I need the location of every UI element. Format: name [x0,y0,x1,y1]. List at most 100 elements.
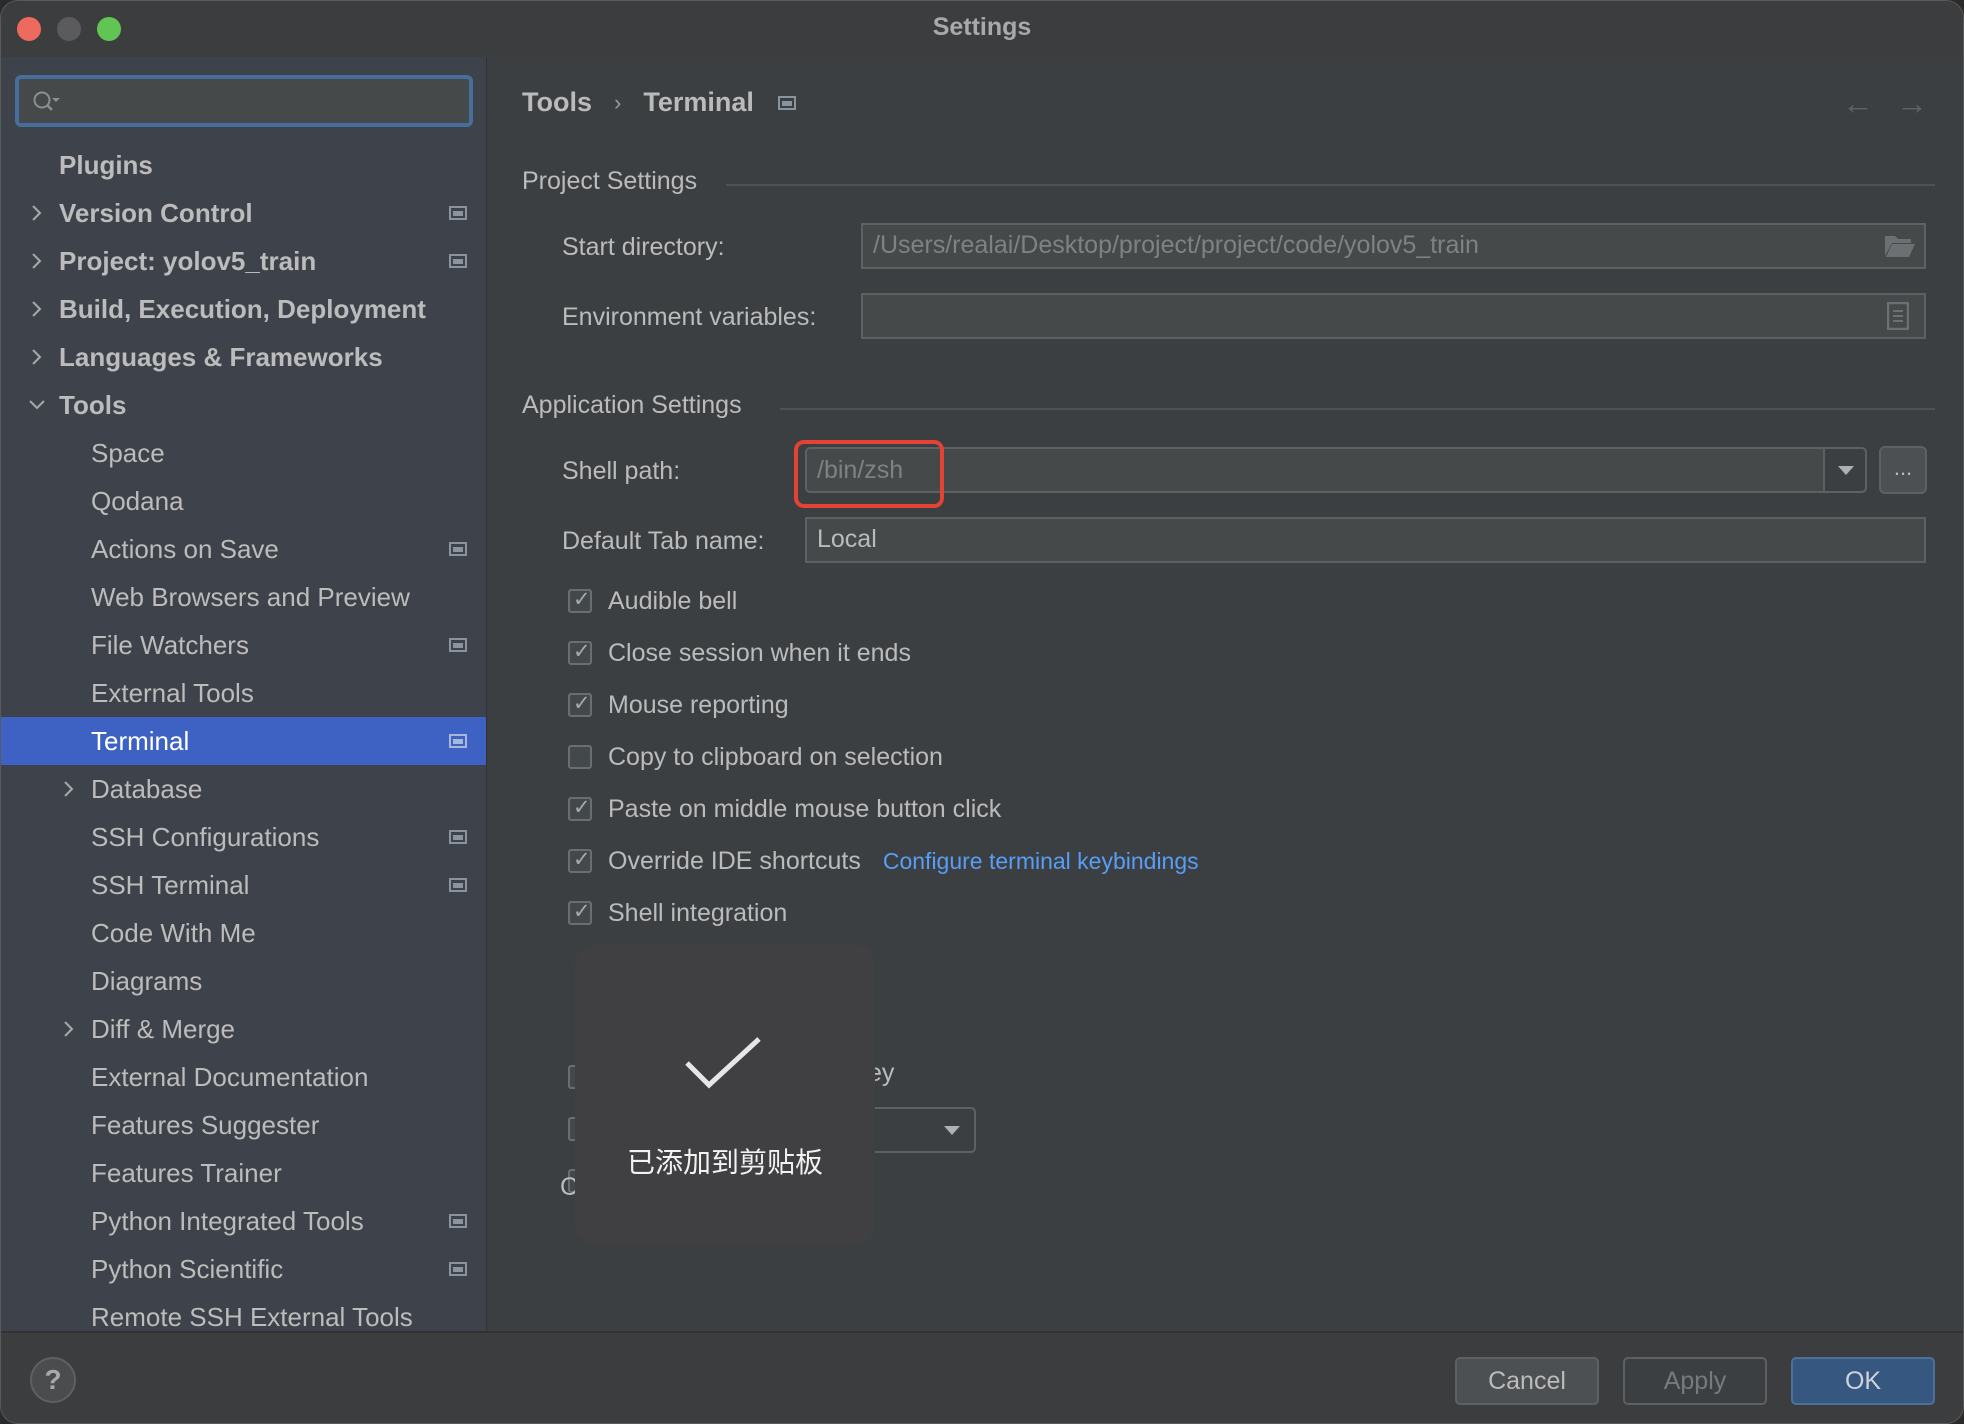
sidebar-item[interactable]: Features Suggester [1,1101,486,1149]
sidebar-item[interactable]: External Documentation [1,1053,486,1101]
settings-search-input[interactable] [79,85,459,117]
folder-open-icon[interactable] [1884,234,1916,258]
sidebar-item-label: Actions on Save [91,533,279,564]
checkbox-option[interactable]: Mouse reporting [568,687,789,723]
sidebar-item-label: Database [91,773,203,804]
sidebar-item-label: Remote SSH External Tools [91,1301,413,1332]
terminal-settings-panel: Tools › Terminal ← → Project Settings St… [488,57,1963,1331]
checkbox-option[interactable]: Paste on middle mouse button click [568,791,1001,827]
checkbox-checked[interactable] [568,691,592,717]
sidebar-item[interactable]: SSH Configurations [1,813,486,861]
sidebar-item[interactable]: External Tools [1,669,486,717]
edit-list-icon[interactable] [1887,302,1909,330]
start-directory-value: /Users/realai/Desktop/project/project/co… [873,231,1479,259]
settings-sidebar: Plugins Version Control Project: yolov5_tr… [1,57,487,1331]
sidebar-item[interactable]: File Watchers [1,621,486,669]
shell-path-label: Shell path: [562,457,681,485]
default-tab-name-field[interactable]: Local [805,517,1926,563]
breadcrumb-parent[interactable]: Tools [522,87,592,118]
chevron-right-icon[interactable] [27,203,47,223]
sidebar-item[interactable]: Qodana [1,477,486,525]
project-level-icon [449,254,467,268]
checkbox-option[interactable]: Audible bell [568,583,737,619]
configure-keybindings-link[interactable]: Configure terminal keybindings [883,848,1199,875]
toast-message: 已添加到剪贴板 [626,1146,823,1179]
environment-variables-field[interactable] [861,293,1926,339]
sidebar-item-label: Space [91,437,165,468]
default-tab-name-label: Default Tab name: [562,527,765,555]
sidebar-item-label: Features Trainer [91,1157,282,1188]
sidebar-item[interactable]: Remote SSH External Tools [1,1293,486,1332]
sidebar-item[interactable]: Tools [1,381,486,429]
sidebar-item-label: Diff & Merge [91,1013,236,1044]
checkbox-label: Audible bell [608,586,738,615]
sidebar-item[interactable]: Actions on Save [1,525,486,573]
ok-button[interactable]: OK [1791,1357,1935,1405]
checkmark-icon [685,1037,761,1089]
apply-button[interactable]: Apply [1623,1357,1767,1405]
sidebar-item-label: Languages & Frameworks [59,341,383,372]
sidebar-item[interactable]: Database [1,765,486,813]
chevron-right-icon[interactable] [27,299,47,319]
sidebar-item[interactable]: Features Trainer [1,1149,486,1197]
checkbox-checked[interactable] [568,795,592,821]
checkbox-label: Paste on middle mouse button click [608,794,1002,823]
sidebar-item[interactable]: Languages & Frameworks [1,333,486,381]
sidebar-item[interactable]: Web Browsers and Preview [1,573,486,621]
sidebar-item-label: Qodana [91,485,184,516]
sidebar-item-label: Terminal [91,725,190,756]
back-arrow-icon[interactable]: ← [1842,85,1874,122]
start-directory-field[interactable]: /Users/realai/Desktop/project/project/co… [861,223,1926,269]
shell-path-combobox[interactable]: /bin/zsh [805,447,1867,493]
checkbox-option[interactable]: Copy to clipboard on selection [568,739,943,775]
cancel-button[interactable]: Cancel [1455,1357,1599,1405]
checkbox-checked[interactable] [568,639,592,665]
sidebar-item[interactable]: Python Integrated Tools [1,1197,486,1245]
forward-arrow-icon[interactable]: → [1896,85,1928,122]
checkbox-option[interactable]: Close session when it ends [568,635,911,671]
sidebar-item-label: Python Scientific [91,1253,284,1284]
sidebar-item[interactable]: Terminal [1,717,486,765]
sidebar-item[interactable]: Space [1,429,486,477]
project-level-icon [449,1262,467,1276]
checkbox-unchecked[interactable] [568,745,592,769]
chevron-right-icon[interactable] [59,779,79,799]
breadcrumb: Tools › Terminal [522,87,796,118]
chevron-down-icon[interactable] [27,395,47,415]
sidebar-item[interactable]: Code With Me [1,909,486,957]
sidebar-item[interactable]: Diagrams [1,957,486,1005]
checkbox-option[interactable]: Override IDE shortcuts Configure terminal… [568,843,1199,879]
checkbox-checked[interactable] [568,899,592,925]
sidebar-item[interactable]: SSH Terminal [1,861,486,909]
sidebar-item[interactable]: Project: yolov5_train [1,237,486,285]
sidebar-item-label: Python Integrated Tools [91,1205,364,1236]
chevron-right-icon[interactable] [27,347,47,367]
breadcrumb-current: Terminal [643,87,754,117]
sidebar-item-label: Project: yolov5_train [59,245,317,276]
settings-search-box[interactable] [15,75,473,127]
checkbox-label: Copy to clipboard on selection [608,742,943,771]
checkbox-label: Override IDE shortcuts [608,846,861,875]
project-level-icon [449,206,467,220]
sidebar-item-label: External Tools [91,677,254,708]
chevron-right-icon[interactable] [59,1019,79,1039]
checkbox-option[interactable]: Shell integration [568,895,787,931]
sidebar-item[interactable]: Build, Execution, Deployment [1,285,486,333]
shell-path-dropdown-arrow[interactable] [1823,449,1865,491]
help-button[interactable]: ? [30,1357,76,1403]
project-level-icon [449,638,467,652]
sidebar-item[interactable]: Version Control [1,189,486,237]
checkbox-label: Close session when it ends [608,638,911,667]
sidebar-item-label: Tools [59,389,127,420]
sidebar-item-label: Build, Execution, Deployment [59,293,426,324]
sidebar-item[interactable]: Plugins [1,141,486,189]
annotation-highlight-box [794,440,944,508]
checkbox-label: Mouse reporting [608,690,789,719]
checkbox-checked[interactable] [568,847,592,873]
sidebar-item[interactable]: Diff & Merge [1,1005,486,1053]
sidebar-item[interactable]: Python Scientific [1,1245,486,1293]
chevron-right-icon[interactable] [27,251,47,271]
checkbox-checked[interactable] [568,587,592,613]
sidebar-item-label: Plugins [59,149,153,180]
shell-path-browse-button[interactable]: ... [1879,446,1927,494]
